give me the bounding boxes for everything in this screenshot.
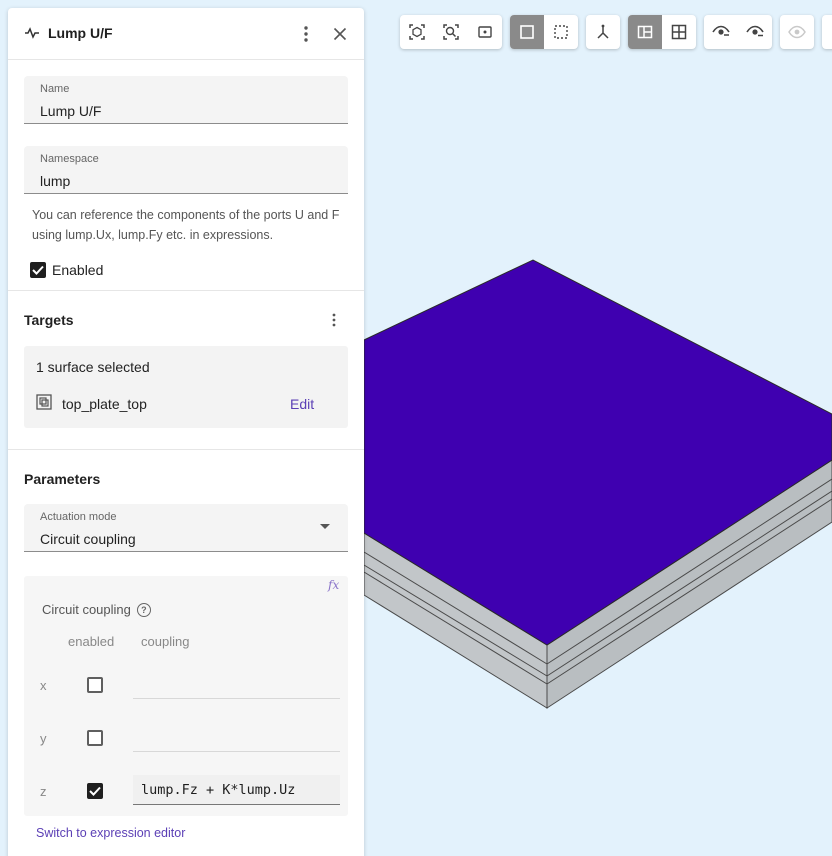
show-all-icon — [788, 25, 806, 39]
coupling-z-value: lump.Fz + K*lump.Uz — [141, 782, 296, 798]
toolbar-group-axes — [586, 15, 620, 49]
name-field[interactable]: Name Lump U/F — [24, 76, 348, 124]
fit-all-icon — [409, 24, 425, 40]
hide-button[interactable] — [704, 15, 738, 49]
select-surface-icon — [520, 25, 534, 39]
help-icon[interactable]: ? — [136, 602, 151, 617]
surface-icon — [36, 394, 52, 415]
zoom-box-icon — [478, 26, 492, 38]
check-icon — [89, 786, 101, 796]
namespace-field-label: Namespace — [40, 153, 99, 165]
zoom-fit-button[interactable] — [434, 15, 468, 49]
axes-icon — [597, 24, 609, 39]
select-box-icon — [554, 25, 568, 39]
hide-icon — [712, 25, 730, 36]
column-header-enabled: enabled — [68, 634, 115, 649]
section-divider — [8, 449, 364, 450]
coupling-x-checkbox[interactable] — [87, 677, 103, 693]
targets-box: 1 surface selected top_plate_top Edit — [24, 346, 348, 428]
row-axis-y: y — [40, 731, 47, 746]
target-item-name: top_plate_top — [62, 396, 147, 412]
grid-view-icon — [671, 24, 687, 40]
circuit-coupling-box: fx Circuit coupling ? enabled coupling x… — [24, 576, 348, 816]
show-icon — [746, 25, 764, 37]
close-icon[interactable] — [330, 24, 350, 44]
actuation-mode-select[interactable]: Actuation mode Circuit coupling — [24, 504, 348, 552]
coupling-z-input[interactable]: lump.Fz + K*lump.Uz — [133, 775, 340, 805]
grid-view-button[interactable] — [662, 15, 696, 49]
panel-title: Lump U/F — [48, 25, 113, 41]
enabled-checkbox-row[interactable]: Enabled — [30, 262, 103, 278]
column-header-coupling: coupling — [141, 634, 190, 649]
circuit-coupling-label: Circuit coupling — [42, 602, 131, 617]
coupling-y-checkbox[interactable] — [87, 730, 103, 746]
coupling-x-input[interactable] — [133, 669, 340, 699]
more-options-icon[interactable] — [296, 24, 316, 44]
targets-title: Targets — [24, 312, 74, 328]
split-view-button[interactable] — [628, 15, 662, 49]
fx-icon[interactable]: fx — [328, 578, 339, 592]
toolbar-group-visibility — [704, 15, 772, 49]
actuation-mode-label: Actuation mode — [40, 511, 117, 523]
select-box-button[interactable] — [544, 15, 578, 49]
namespace-helper-text: You can reference the components of the … — [32, 208, 340, 242]
section-divider — [8, 290, 364, 291]
toolbar-group-overflow — [822, 15, 832, 49]
enabled-checkbox[interactable] — [30, 262, 46, 278]
parameters-title: Parameters — [24, 471, 101, 487]
axes-button[interactable] — [586, 15, 620, 49]
switch-to-expression-editor-link[interactable]: Switch to expression editor — [36, 826, 185, 840]
toolbar-group-view — [400, 15, 502, 49]
name-field-value[interactable]: Lump U/F — [40, 103, 101, 119]
chevron-down-icon — [320, 524, 330, 529]
name-field-label: Name — [40, 83, 70, 95]
panel-header: Lump U/F — [8, 8, 364, 60]
coupling-y-input[interactable] — [133, 722, 340, 752]
row-axis-x: x — [40, 678, 47, 693]
toolbar-group-show-all — [780, 15, 814, 49]
targets-count: 1 surface selected — [36, 359, 150, 375]
zoom-fit-icon — [443, 24, 459, 40]
toolbar-group-layout — [628, 15, 696, 49]
signal-icon — [24, 26, 40, 45]
coupling-z-checkbox[interactable] — [87, 783, 103, 799]
properties-panel: Lump U/F Name Lump U/F Namespace lump Yo… — [8, 8, 364, 856]
target-edit-link[interactable]: Edit — [290, 396, 314, 412]
show-button[interactable] — [738, 15, 772, 49]
actuation-mode-value: Circuit coupling — [40, 531, 136, 547]
select-surface-button[interactable] — [510, 15, 544, 49]
namespace-field[interactable]: Namespace lump — [24, 146, 348, 194]
check-icon — [32, 265, 44, 275]
toolbar-group-select — [510, 15, 578, 49]
enabled-label: Enabled — [52, 262, 104, 278]
split-view-icon — [637, 25, 653, 39]
circuit-coupling-title: Circuit coupling ? — [42, 602, 151, 617]
show-all-button[interactable] — [780, 15, 814, 49]
row-axis-z: z — [40, 784, 47, 799]
targets-more-icon[interactable] — [324, 310, 344, 330]
namespace-field-value[interactable]: lump — [40, 173, 70, 189]
zoom-box-button[interactable] — [468, 15, 502, 49]
fit-all-button[interactable] — [400, 15, 434, 49]
